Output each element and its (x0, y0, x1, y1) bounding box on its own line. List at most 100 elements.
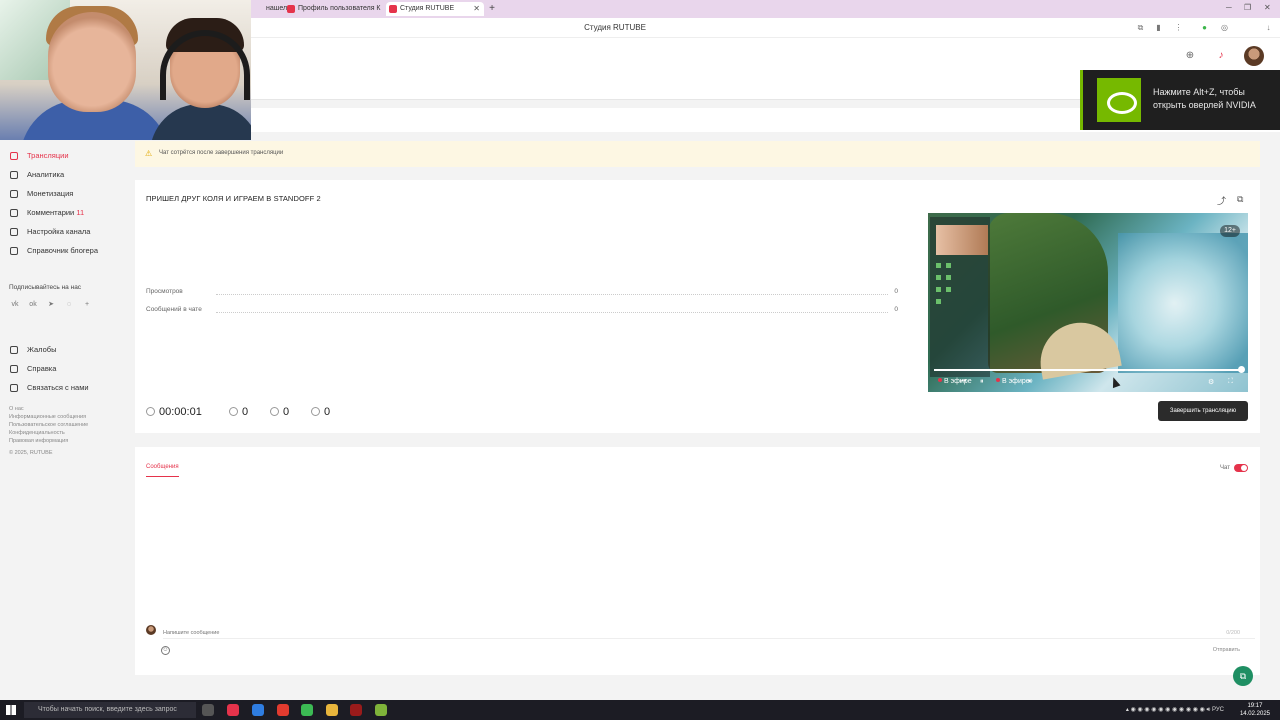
duration-counter: 00:00:01 (146, 406, 202, 418)
support-chat-icon[interactable]: ⧉ (1233, 666, 1253, 686)
pause-icon[interactable]: ⏸ (980, 378, 984, 386)
game-icon[interactable] (375, 704, 387, 716)
task-view-icon[interactable] (202, 704, 214, 716)
stat-value: 0 (894, 288, 898, 295)
translate-icon[interactable]: ⧉ (1136, 23, 1145, 32)
sidebar-item-blogger-guide[interactable]: Справочник блогера (10, 245, 98, 257)
download-icon[interactable]: ↓ (1264, 23, 1273, 32)
desktop-app-icon (946, 263, 951, 268)
nvidia-logo-icon (1097, 78, 1141, 122)
chat-toggle[interactable] (1234, 464, 1248, 472)
yandex-browser-icon[interactable] (227, 704, 239, 716)
language-indicator[interactable]: РУС (1212, 707, 1224, 713)
chat-char-counter: 0/200 (1226, 630, 1240, 636)
system-tray[interactable]: ▴ ◉ ◉ ◉ ◉ ◉ ◉ ◉ ◉ ◉ ◉ ◉ 🔊︎ РУС (1126, 706, 1224, 714)
maximize-icon[interactable]: ❐ (1244, 3, 1251, 12)
sidebar-item-channel-settings[interactable]: Настройка канала (10, 226, 90, 238)
live-dot-icon (938, 378, 942, 382)
sidebar-item-streams[interactable]: Трансляции (10, 150, 69, 162)
warning-text: Чат сотрётся после завершения трансляции (159, 150, 284, 156)
desktop-app-icon (936, 299, 941, 304)
open-external-icon[interactable]: ⧉ (1237, 194, 1243, 205)
close-tab-icon[interactable]: ✕ (473, 2, 480, 16)
send-button[interactable]: Отправить (1213, 647, 1240, 653)
tab-previous[interactable]: нашел (252, 2, 287, 16)
mail-icon (10, 384, 18, 392)
tab-rutube-studio[interactable]: Студия RUTUBE ✕ (386, 2, 484, 16)
telegram-icon[interactable]: ➤ (46, 300, 56, 310)
windows-taskbar: Чтобы начать поиск, введите здесь запрос… (0, 700, 1280, 720)
skip-back-icon[interactable]: ⏮ (960, 378, 966, 386)
upload-icon[interactable]: ⊕ (1184, 50, 1196, 62)
minimize-icon[interactable]: ─ (1226, 3, 1232, 12)
dotted-leader (216, 294, 888, 295)
bookmark-icon[interactable]: ▮ (1154, 23, 1163, 32)
gear-icon (10, 228, 18, 236)
settings-gear-icon[interactable]: ⚙ (1208, 378, 1214, 386)
sidebar-item-analytics[interactable]: Аналитика (10, 169, 64, 181)
thumbs-down-icon (311, 407, 320, 416)
nvidia-overlay-toast[interactable]: Нажмите Alt+Z, чтобы открыть оверлей NVI… (1080, 70, 1280, 130)
new-tab-button[interactable]: + (486, 3, 498, 15)
sidebar-item-label: Настройка канала (27, 227, 91, 236)
sidebar-item-label: Жалобы (27, 345, 57, 354)
progress-knob[interactable] (1238, 366, 1245, 373)
chrome-icon[interactable] (301, 704, 313, 716)
tab-label: Студия RUTUBE (400, 5, 455, 12)
player-progress-bar[interactable] (934, 369, 1242, 371)
webcam-overlay (0, 0, 251, 140)
dotted-leader (216, 312, 888, 313)
stat-chat-messages: Сообщений в чате 0 (146, 306, 898, 316)
stream-title: ПРИШЕЛ ДРУГ КОЛЯ И ИГРАЕМ В STANDOFF 2 (146, 194, 321, 203)
vk-icon[interactable]: vk (10, 300, 20, 310)
footer-link[interactable]: Правовая информация (9, 438, 68, 444)
viber-icon[interactable]: ◌ (64, 300, 74, 310)
emoji-icon[interactable]: ☺ (161, 646, 170, 655)
live-indicator[interactable]: В эфире (996, 378, 1030, 385)
sidebar-item-complaints[interactable]: Жалобы (10, 344, 57, 356)
obs-icon[interactable] (350, 704, 362, 716)
tab-messages[interactable]: Сообщения (146, 464, 179, 477)
clock-date: 14.02.2025 (1239, 711, 1270, 717)
plus-icon[interactable]: + (82, 300, 92, 310)
extension-icon[interactable]: ◎ (1220, 23, 1229, 32)
share-icon[interactable]: ⤴ (1217, 194, 1226, 207)
sidebar-item-label: Связаться с нами (27, 383, 89, 392)
footer-link[interactable]: О нас (9, 406, 24, 412)
taskbar-search[interactable]: Чтобы начать поиск, введите здесь запрос (24, 702, 196, 718)
yandex-icon[interactable] (277, 704, 289, 716)
desktop-app-icon (946, 287, 951, 292)
file-explorer-icon[interactable] (326, 704, 338, 716)
tab-user-profile[interactable]: Профиль пользователя К (284, 2, 381, 16)
stream-preview-player[interactable]: 12+ В эфире ⏮ ⏸ В эфире 🔊︎ ⚙ ⛶ (928, 213, 1248, 392)
sidebar-item-contact[interactable]: Связаться с нами (10, 382, 89, 394)
chat-toggle-label: Чат (1220, 465, 1230, 471)
end-stream-button[interactable]: Завершить трансляцию (1158, 401, 1248, 421)
edge-icon[interactable] (252, 704, 264, 716)
footer-link[interactable]: Пользовательское соглашение (9, 422, 88, 428)
sidebar-item-monetization[interactable]: Монетизация (10, 188, 73, 200)
footer-link[interactable]: Конфиденциальность (9, 430, 65, 436)
avatar[interactable] (1244, 46, 1264, 66)
fullscreen-icon[interactable]: ⛶ (1228, 378, 1233, 386)
windows-start-icon[interactable] (6, 705, 16, 715)
footer-link[interactable]: Информационные сообщения (9, 414, 86, 420)
security-check-icon[interactable]: ● (1200, 23, 1209, 32)
chat-message-input[interactable] (163, 627, 1255, 639)
sidebar-item-help[interactable]: Справка (10, 363, 56, 375)
sidebar-item-comments[interactable]: Комментарии 11 (10, 207, 84, 219)
thumbs-up-icon (270, 407, 279, 416)
ok-icon[interactable]: ok (28, 300, 38, 310)
clock-icon (146, 407, 155, 416)
taskbar-clock[interactable]: 19:17 14.02.2025 (1240, 702, 1270, 718)
sidebar-item-label: Аналитика (27, 170, 65, 179)
desktop-app-icon (936, 275, 941, 280)
close-window-icon[interactable]: ✕ (1264, 3, 1271, 12)
volume-icon[interactable]: 🔊︎ (1028, 378, 1032, 386)
chat-card: Сообщения Чат 0/200 ☺ Отправить (135, 447, 1260, 675)
duration-value: 00:00:01 (159, 406, 202, 418)
desktop-preview-inset (930, 217, 990, 377)
notifications-icon[interactable]: ♪ (1215, 50, 1227, 62)
more-icon[interactable]: ⋮ (1174, 23, 1183, 32)
desktop-app-icon (946, 275, 951, 280)
